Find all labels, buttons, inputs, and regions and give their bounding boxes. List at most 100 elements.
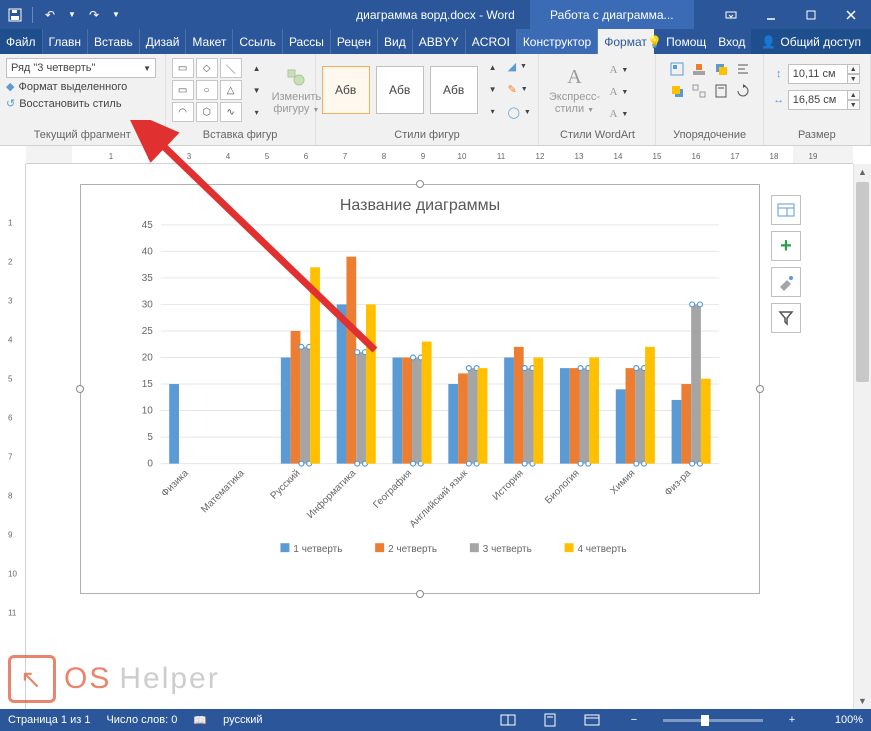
chart-quick-buttons: + <box>771 195 801 333</box>
page[interactable]: Название диаграммы 051015202530354045Физ… <box>26 164 853 709</box>
undo-dropdown[interactable]: ▼ <box>63 6 81 24</box>
chart-object[interactable]: Название диаграммы 051015202530354045Физ… <box>80 184 760 594</box>
svg-text:30: 30 <box>142 299 154 310</box>
vertical-ruler[interactable]: 1234567891011 <box>0 164 26 709</box>
redo-button[interactable]: ↷ <box>85 6 103 24</box>
resize-handle-s[interactable] <box>416 590 424 598</box>
word-count[interactable]: Число слов: 0 <box>106 714 177 726</box>
horizontal-ruler[interactable]: 12345678910111213141516171819 <box>26 146 853 164</box>
height-up[interactable]: ▲ <box>848 64 860 74</box>
change-shape-button[interactable]: Изменить фигуру ▼ <box>272 58 322 122</box>
height-down[interactable]: ▼ <box>848 74 860 84</box>
align-button[interactable] <box>734 60 752 78</box>
scroll-thumb[interactable] <box>856 182 869 382</box>
svg-text:1 четверть: 1 четверть <box>293 544 342 555</box>
svg-text:40: 40 <box>142 246 154 257</box>
shape-scroll-down[interactable]: ▼ <box>248 81 266 99</box>
chart-filter-button[interactable] <box>771 303 801 333</box>
tab-вставь[interactable]: Вставь <box>88 29 140 54</box>
minimize-button[interactable] <box>751 0 791 29</box>
chart-element-selector[interactable]: Ряд "3 четверть"▼ <box>6 58 156 78</box>
width-down[interactable]: ▼ <box>848 100 860 110</box>
shape-style-3[interactable]: Абв <box>430 66 478 114</box>
qat-customize[interactable]: ▼ <box>107 6 125 24</box>
tab-рассы[interactable]: Рассы <box>283 29 331 54</box>
maximize-button[interactable] <box>791 0 831 29</box>
tab-рецен[interactable]: Рецен <box>331 29 378 54</box>
svg-text:Химия: Химия <box>608 468 637 497</box>
shape-style-gallery[interactable]: Абв Абв Абв <box>322 66 478 114</box>
web-layout-button[interactable] <box>579 709 605 731</box>
close-button[interactable] <box>831 0 871 29</box>
shape-style-2[interactable]: Абв <box>376 66 424 114</box>
shape-scroll-up[interactable]: ▲ <box>248 59 266 77</box>
style-gallery-more[interactable]: ▾ <box>484 103 502 121</box>
text-effects-button[interactable]: A▼ <box>609 106 628 122</box>
position-button[interactable] <box>668 60 686 78</box>
shape-outline-button[interactable]: ✎▼ <box>508 81 531 98</box>
zoom-out-button[interactable]: − <box>621 709 647 731</box>
shape-width-input[interactable]: 16,85 см <box>788 90 848 110</box>
shape-fill-button[interactable]: ◢▼ <box>508 58 531 75</box>
share-button[interactable]: 👤Общий доступ <box>751 29 871 54</box>
proofing-icon[interactable]: 📖 <box>193 714 207 727</box>
sign-in[interactable]: Вход <box>712 29 751 54</box>
svg-text:35: 35 <box>142 273 154 284</box>
ribbon-options-button[interactable] <box>711 0 751 29</box>
group-button[interactable] <box>690 82 708 100</box>
shape-height-input[interactable]: 10,11 см <box>788 64 848 84</box>
chart-plot-area[interactable]: 051015202530354045ФизикаМатематикаРусски… <box>111 195 739 583</box>
resize-handle-e[interactable] <box>756 385 764 393</box>
undo-button[interactable]: ↶ <box>41 6 59 24</box>
tab-abbyy[interactable]: ABBYY <box>413 29 466 54</box>
shape-style-1[interactable]: Абв <box>322 66 370 114</box>
vertical-scrollbar[interactable]: ▲ ▼ <box>853 164 871 709</box>
tab-дизай[interactable]: Дизай <box>140 29 187 54</box>
page-indicator[interactable]: Страница 1 из 1 <box>8 714 90 726</box>
zoom-level[interactable]: 100% <box>821 714 863 726</box>
read-mode-button[interactable] <box>495 709 521 731</box>
wordart-quick-styles[interactable]: A Экспресс- стили ▼ <box>545 58 603 122</box>
style-scroll-down[interactable]: ▼ <box>484 81 502 99</box>
chart-styles-button[interactable] <box>771 267 801 297</box>
scroll-up-button[interactable]: ▲ <box>854 164 871 180</box>
shape-gallery-more[interactable]: ▾ <box>248 103 266 121</box>
svg-text:25: 25 <box>142 326 154 337</box>
zoom-in-button[interactable]: + <box>779 709 805 731</box>
svg-text:4 четверть: 4 четверть <box>578 544 627 555</box>
text-fill-button[interactable]: A▼ <box>609 62 628 78</box>
fill-icon: ◢ <box>508 60 516 73</box>
style-scroll-up[interactable]: ▲ <box>484 59 502 77</box>
tab-макет[interactable]: Макет <box>186 29 233 54</box>
tab-file[interactable]: Файл <box>0 29 43 54</box>
shape-gallery[interactable]: ▭◇＼ ▭○△ ◠⬡∿ <box>172 58 242 122</box>
chart-layout-button[interactable] <box>771 195 801 225</box>
zoom-slider[interactable] <box>663 719 763 722</box>
width-up[interactable]: ▲ <box>848 90 860 100</box>
tab-вид[interactable]: Вид <box>378 29 413 54</box>
rotate-button[interactable] <box>734 82 752 100</box>
tab-главн[interactable]: Главн <box>43 29 89 54</box>
shape-effects-button[interactable]: ◯▼ <box>508 104 531 121</box>
window-controls <box>711 0 871 29</box>
tab-конструктор[interactable]: Конструктор <box>517 29 598 54</box>
bring-forward-button[interactable] <box>712 60 730 78</box>
reset-style-button[interactable]: ↺ Восстановить стиль <box>6 95 159 112</box>
chart-elements-button[interactable]: + <box>771 231 801 261</box>
save-button[interactable] <box>6 6 24 24</box>
print-layout-button[interactable] <box>537 709 563 731</box>
tab-acroi[interactable]: ACROI <box>466 29 517 54</box>
language-indicator[interactable]: русский <box>223 714 262 726</box>
height-icon: ↕ <box>770 68 788 80</box>
send-backward-button[interactable] <box>668 82 686 100</box>
tell-me[interactable]: 💡Помощ <box>641 29 712 54</box>
watermark-icon: ↖ <box>8 655 56 703</box>
format-selection-button[interactable]: ◆ Формат выделенного <box>6 78 159 95</box>
selection-pane-button[interactable] <box>712 82 730 100</box>
scroll-down-button[interactable]: ▼ <box>854 693 871 709</box>
wrap-text-button[interactable] <box>690 60 708 78</box>
text-outline-button[interactable]: A▼ <box>609 84 628 100</box>
tab-ссыль[interactable]: Ссыль <box>233 29 283 54</box>
resize-handle-n[interactable] <box>416 180 424 188</box>
resize-handle-w[interactable] <box>76 385 84 393</box>
